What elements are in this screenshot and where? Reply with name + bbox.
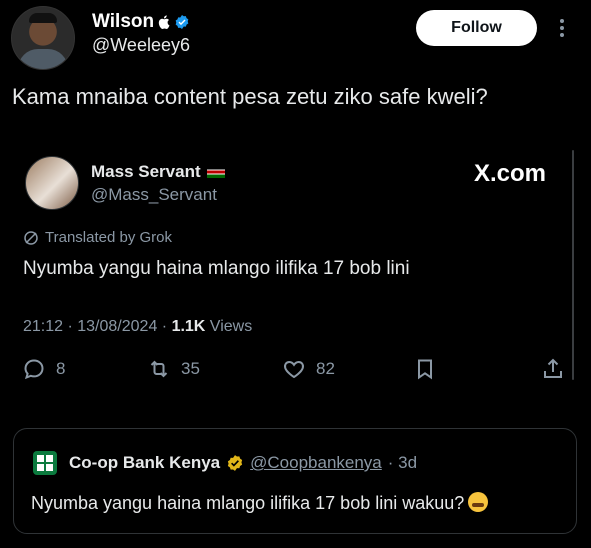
quoted-age: · 3d (387, 453, 418, 472)
tweet-text: Kama mnaiba content pesa zetu ziko safe … (12, 84, 488, 109)
share-button[interactable] (541, 357, 565, 381)
quoted-author-handle[interactable]: @Coopbankenya (250, 453, 382, 473)
more-options-icon[interactable] (556, 16, 568, 40)
quoted-tweet-text-body: Nyumba yangu haina mlango ilifika 17 bob… (31, 493, 465, 513)
views-label: Views (205, 318, 253, 335)
author-handle[interactable]: @Weeleey6 (92, 35, 190, 56)
quoted-author[interactable]: Co-op Bank Kenya @Coopbankenya · 3d (69, 453, 417, 473)
tweet-meta: 21:12 · 13/08/2024 · 1.1K Views (23, 318, 252, 336)
translate-icon (24, 230, 38, 245)
crying-face-icon (468, 492, 489, 512)
repost-button[interactable]: 35 (147, 357, 200, 381)
profile-avatar[interactable] (11, 6, 75, 70)
share-icon (544, 358, 562, 378)
bookmark-icon (418, 359, 432, 380)
embedded-author-name[interactable]: Mass Servant (91, 162, 225, 182)
quoted-tweet[interactable] (13, 428, 577, 534)
reply-icon (24, 359, 44, 380)
timestamp[interactable]: 21:12 · 13/08/2024 · (23, 318, 172, 335)
embedded-avatar[interactable] (25, 156, 79, 210)
follow-button[interactable]: Follow (416, 10, 537, 46)
author-name-text: Wilson (92, 11, 155, 32)
like-button[interactable]: 82 (282, 357, 335, 381)
heart-icon (284, 360, 304, 379)
translated-label[interactable]: Translated by Grok (23, 229, 172, 246)
scrollbar[interactable] (572, 150, 574, 380)
x-com-watermark: X.com (474, 160, 547, 187)
embedded-author-name-text: Mass Servant (91, 162, 201, 181)
views-count: 1.1K (171, 318, 206, 335)
kenya-flag-icon (206, 166, 225, 178)
repost-count: 35 (181, 359, 200, 378)
reply-count: 8 (56, 359, 66, 378)
apple-logo-icon (158, 15, 170, 29)
verified-badge-icon (175, 15, 189, 29)
repost-icon (150, 360, 168, 378)
author-name[interactable]: Wilson (92, 11, 190, 33)
like-count: 82 (316, 359, 335, 378)
quoted-author-name: Co-op Bank Kenya (69, 453, 221, 472)
reply-button[interactable]: 8 (22, 357, 65, 381)
embedded-tweet-text: Nyumba yangu haina mlango ilifika 17 bob… (23, 258, 410, 279)
embedded-author-handle[interactable]: @Mass_Servant (91, 185, 217, 205)
quoted-tweet-text: Nyumba yangu haina mlango ilifika 17 bob… (31, 492, 489, 514)
coop-bank-logo[interactable] (33, 451, 57, 475)
bookmark-button[interactable] (413, 357, 437, 381)
verified-gold-badge-icon (228, 455, 243, 471)
translated-label-text: Translated by Grok (45, 229, 172, 246)
